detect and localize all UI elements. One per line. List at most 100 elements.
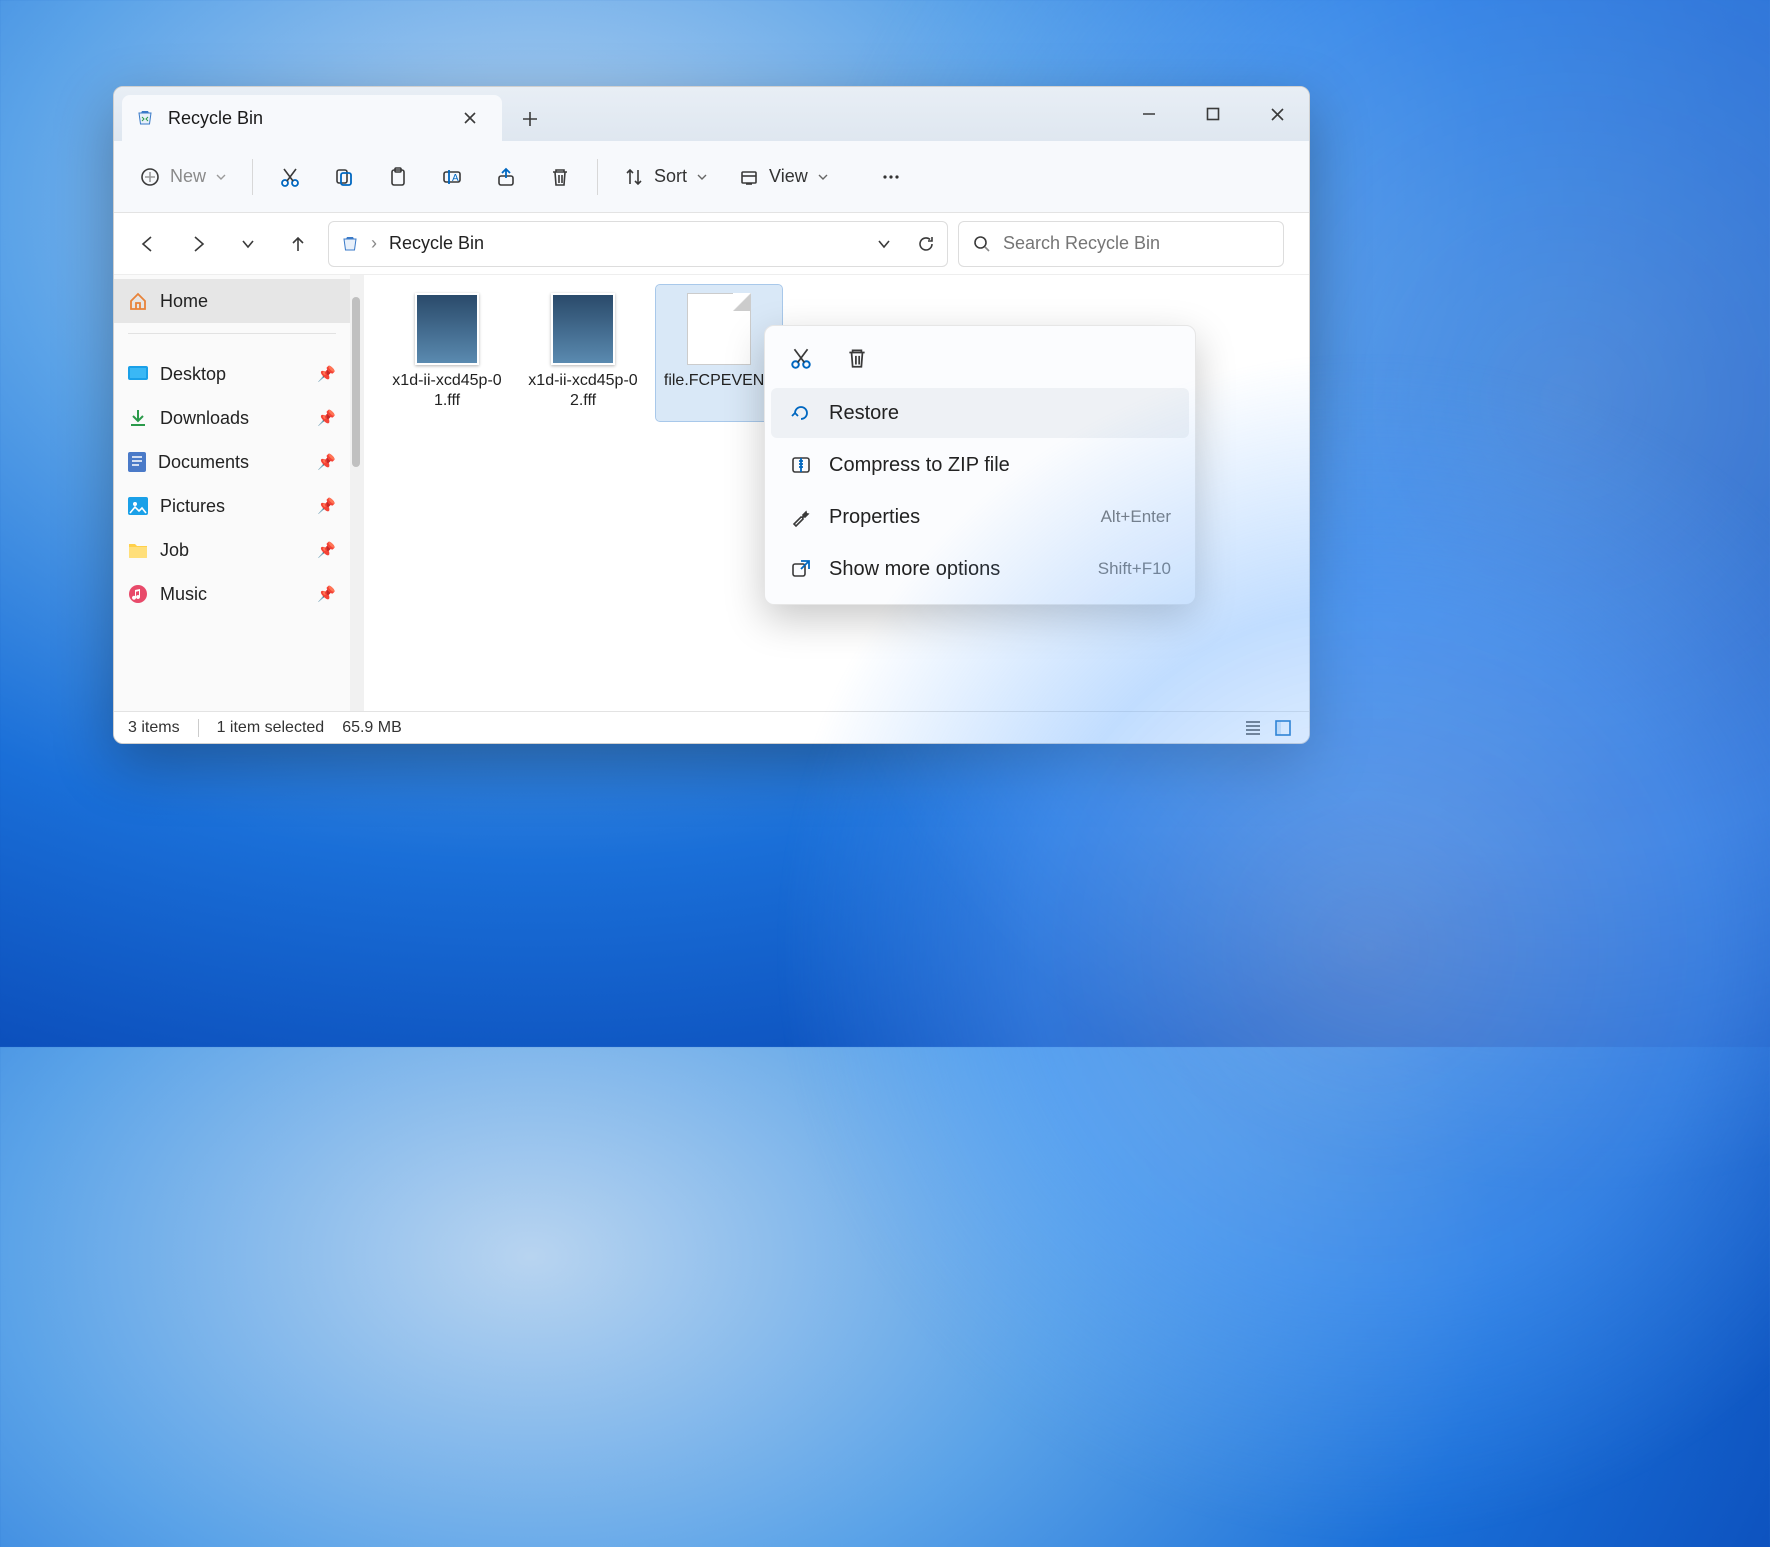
forward-button[interactable]	[178, 224, 218, 264]
close-window-button[interactable]	[1245, 87, 1309, 141]
window-controls	[1117, 87, 1309, 141]
music-icon	[128, 584, 148, 604]
file-item[interactable]: x1d-ii-xcd45p-01.fff	[384, 285, 510, 421]
status-size: 65.9 MB	[342, 719, 402, 737]
wrench-icon	[789, 505, 813, 529]
more-button[interactable]	[868, 155, 914, 199]
sidebar-item-label: Downloads	[160, 408, 249, 429]
context-more-options[interactable]: Show more options Shift+F10	[771, 544, 1189, 594]
view-button[interactable]: View	[727, 155, 840, 199]
shortcut-label: Shift+F10	[1098, 559, 1171, 579]
paste-button[interactable]	[375, 155, 421, 199]
status-bar: 3 items 1 item selected 65.9 MB	[114, 711, 1309, 743]
separator	[128, 333, 336, 334]
pin-icon: 📌	[317, 453, 336, 471]
context-item-label: Compress to ZIP file	[829, 454, 1010, 477]
view-button-label: View	[769, 166, 808, 187]
separator	[252, 159, 253, 195]
sidebar: Home Desktop 📌 Downloads 📌 Documents 📌 P…	[114, 275, 350, 711]
pin-icon: 📌	[317, 541, 336, 559]
delete-button[interactable]	[841, 342, 873, 374]
sidebar-item-label: Music	[160, 584, 207, 605]
breadcrumb-location: Recycle Bin	[389, 233, 484, 254]
file-name: x1d-ii-xcd45p-02.fff	[524, 371, 642, 411]
separator	[597, 159, 598, 195]
sidebar-item-label: Job	[160, 540, 189, 561]
cut-button[interactable]	[267, 155, 313, 199]
file-item[interactable]: x1d-ii-xcd45p-02.fff	[520, 285, 646, 421]
context-item-label: Restore	[829, 402, 899, 425]
new-tab-button[interactable]	[508, 97, 552, 141]
desktop-icon	[128, 366, 148, 382]
recycle-bin-icon	[136, 109, 154, 127]
minimize-button[interactable]	[1117, 87, 1181, 141]
cut-button[interactable]	[785, 342, 817, 374]
sidebar-item-job[interactable]: Job 📌	[114, 528, 350, 572]
expand-icon	[789, 557, 813, 581]
pin-icon: 📌	[317, 585, 336, 603]
address-row: › Recycle Bin	[114, 213, 1309, 275]
rename-button[interactable]: A	[429, 155, 475, 199]
home-icon	[128, 291, 148, 311]
context-properties[interactable]: Properties Alt+Enter	[771, 492, 1189, 542]
icons-view-button[interactable]	[1271, 716, 1295, 740]
sort-button[interactable]: Sort	[612, 155, 719, 199]
delete-button[interactable]	[537, 155, 583, 199]
back-button[interactable]	[128, 224, 168, 264]
file-name: file.FCPEVENT	[664, 371, 774, 391]
sidebar-item-label: Home	[160, 291, 208, 312]
refresh-button[interactable]	[917, 235, 935, 253]
recent-dropdown[interactable]	[228, 224, 268, 264]
file-name: x1d-ii-xcd45p-01.fff	[388, 371, 506, 411]
file-explorer-window: Recycle Bin New A	[113, 86, 1310, 744]
tab-title: Recycle Bin	[168, 108, 442, 129]
downloads-icon	[128, 408, 148, 428]
context-item-label: Show more options	[829, 558, 1000, 581]
tab-close-button[interactable]	[456, 104, 484, 132]
share-button[interactable]	[483, 155, 529, 199]
maximize-button[interactable]	[1181, 87, 1245, 141]
status-selected: 1 item selected	[217, 719, 325, 737]
status-items: 3 items	[128, 719, 180, 737]
sidebar-item-downloads[interactable]: Downloads 📌	[114, 396, 350, 440]
breadcrumb[interactable]: › Recycle Bin	[328, 221, 948, 267]
sidebar-item-pictures[interactable]: Pictures 📌	[114, 484, 350, 528]
recycle-bin-icon	[341, 235, 359, 253]
sidebar-item-documents[interactable]: Documents 📌	[114, 440, 350, 484]
restore-icon	[789, 401, 813, 425]
new-button[interactable]: New	[128, 155, 238, 199]
view-mode-buttons	[1241, 716, 1295, 740]
separator	[198, 719, 199, 737]
titlebar: Recycle Bin	[114, 87, 1309, 141]
context-item-label: Properties	[829, 506, 920, 529]
details-view-button[interactable]	[1241, 716, 1265, 740]
search-box[interactable]	[958, 221, 1284, 267]
toolbar: New A Sort View	[114, 141, 1309, 213]
document-icon	[687, 293, 751, 365]
pin-icon: 📌	[317, 365, 336, 383]
search-icon	[973, 235, 991, 253]
context-compress[interactable]: Compress to ZIP file	[771, 440, 1189, 490]
new-button-label: New	[170, 166, 206, 187]
content-area[interactable]: x1d-ii-xcd45p-01.fff x1d-ii-xcd45p-02.ff…	[364, 275, 1309, 711]
breadcrumb-dropdown[interactable]	[877, 237, 891, 251]
body: Home Desktop 📌 Downloads 📌 Documents 📌 P…	[114, 275, 1309, 711]
copy-button[interactable]	[321, 155, 367, 199]
tab-recycle-bin[interactable]: Recycle Bin	[122, 95, 502, 141]
context-restore[interactable]: Restore	[771, 388, 1189, 438]
search-input[interactable]	[1003, 233, 1269, 254]
shortcut-label: Alt+Enter	[1101, 507, 1171, 527]
context-menu: Restore Compress to ZIP file Properties …	[764, 325, 1196, 605]
pin-icon: 📌	[317, 409, 336, 427]
sidebar-item-desktop[interactable]: Desktop 📌	[114, 352, 350, 396]
sidebar-item-home[interactable]: Home	[114, 279, 350, 323]
sidebar-item-label: Documents	[158, 452, 249, 473]
sidebar-item-music[interactable]: Music 📌	[114, 572, 350, 616]
chevron-right-icon: ›	[371, 233, 377, 254]
image-thumbnail-icon	[415, 293, 479, 365]
pictures-icon	[128, 497, 148, 515]
svg-text:A: A	[452, 173, 459, 184]
up-button[interactable]	[278, 224, 318, 264]
pin-icon: 📌	[317, 497, 336, 515]
zip-icon	[789, 453, 813, 477]
